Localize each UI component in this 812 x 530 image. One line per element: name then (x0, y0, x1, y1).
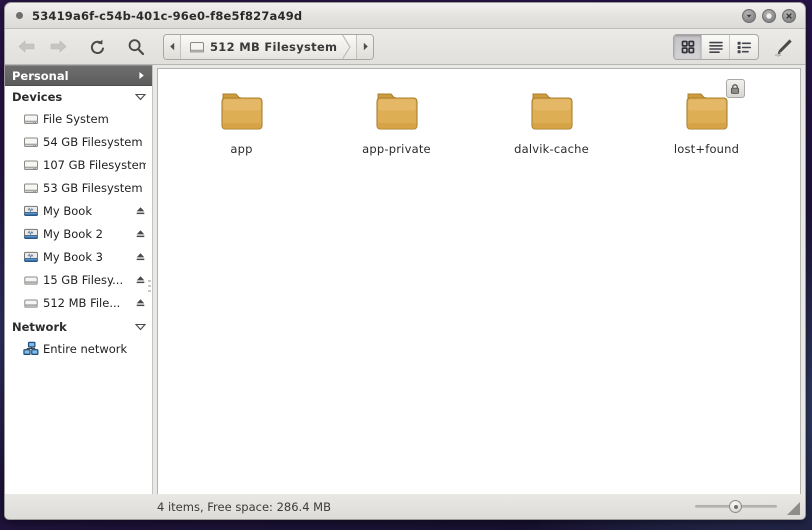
sidebar-item-label: 54 GB Filesystem (43, 134, 143, 149)
external-drive-icon (24, 228, 38, 239)
sidebar-section-label: Devices (12, 89, 63, 104)
folder-icon (681, 79, 745, 135)
sidebar-item-my-book-2[interactable]: My Book 2 (5, 222, 152, 245)
compact-view-button[interactable] (730, 35, 758, 59)
sidebar-item-label: Entire network (43, 341, 128, 356)
removable-drive-icon (24, 299, 38, 308)
sidebar-item-512-mb-filesystem[interactable]: 512 MB File... (5, 291, 152, 314)
resize-grip[interactable] (787, 502, 800, 515)
external-drive-icon (24, 251, 38, 262)
sidebar-section-devices[interactable]: Devices (5, 86, 152, 107)
file-label: dalvik-cache (514, 142, 589, 156)
title-bar[interactable]: 53419a6f-c54b-401c-96e0-f8e5f827a49d (5, 3, 805, 29)
sidebar-item-label: 53 GB Filesystem (43, 180, 143, 195)
sidebar-item-entire-network[interactable]: Entire network (5, 337, 152, 360)
sidebar-item-my-book-3[interactable]: My Book 3 (5, 245, 152, 268)
window-status-dot-icon (16, 12, 23, 19)
sidebar-item-label: File System (43, 111, 109, 126)
hard-drive-icon (24, 183, 38, 193)
zoom-slider[interactable] (695, 500, 777, 513)
forward-button[interactable] (43, 33, 73, 61)
maximize-button[interactable] (762, 9, 776, 23)
sidebar-item-file-system[interactable]: File System (5, 107, 152, 130)
window-body: Personal Devices File System 54 GB Files… (5, 65, 805, 494)
sidebar-section-network[interactable]: Network (5, 316, 152, 337)
file-item-app[interactable]: app (164, 83, 319, 167)
file-item-dalvik-cache[interactable]: dalvik-cache (474, 83, 629, 167)
content-wrapper: app app-private dalvik-cache lost+found (153, 65, 805, 494)
folder-icon (526, 87, 578, 135)
folder-icon (216, 87, 268, 135)
status-text: 4 items, Free space: 286.4 MB (157, 499, 331, 514)
folder-icon (371, 87, 423, 135)
chevron-down-icon (134, 320, 147, 334)
eject-icon[interactable] (135, 251, 146, 262)
zoom-slider-handle[interactable] (729, 500, 742, 513)
eject-icon[interactable] (135, 228, 146, 239)
network-icon (23, 341, 39, 355)
hard-drive-icon (24, 160, 38, 170)
eject-icon[interactable] (135, 274, 146, 285)
hard-drive-icon (24, 114, 38, 124)
file-label: lost+found (673, 142, 740, 156)
minimize-button[interactable] (742, 9, 756, 23)
hard-drive-icon (24, 137, 38, 147)
sidebar-item-label: 512 MB File... (43, 295, 121, 310)
sidebar-item-label: 107 GB Filesystem (43, 157, 146, 172)
close-button[interactable] (782, 9, 796, 23)
sidebar: Personal Devices File System 54 GB Files… (5, 65, 153, 494)
list-view-button[interactable] (702, 35, 730, 59)
sidebar-section-label: Network (12, 319, 67, 334)
path-previous-button[interactable] (164, 34, 181, 59)
drive-icon (190, 41, 204, 52)
eject-icon[interactable] (135, 297, 146, 308)
chevron-down-icon (134, 90, 147, 104)
chevron-right-icon (342, 34, 352, 59)
removable-drive-icon (24, 276, 38, 285)
edit-button[interactable] (769, 35, 797, 59)
sidebar-item-label: 15 GB Filesy... (43, 272, 124, 287)
icon-grid: app app-private dalvik-cache lost+found (158, 69, 800, 167)
sidebar-section-label: Personal (12, 68, 69, 83)
sidebar-section-personal[interactable]: Personal (5, 65, 152, 86)
status-bar: 4 items, Free space: 286.4 MB (5, 494, 805, 519)
eject-icon[interactable] (135, 205, 146, 216)
breadcrumb-item-512mb-filesystem[interactable]: 512 MB Filesystem (181, 34, 357, 59)
path-next-button[interactable] (356, 34, 374, 59)
breadcrumb-label: 512 MB Filesystem (210, 39, 338, 54)
window-title: 53419a6f-c54b-401c-96e0-f8e5f827a49d (32, 8, 303, 23)
sidebar-item-53-gb-filesystem[interactable]: 53 GB Filesystem (5, 176, 152, 199)
sidebar-item-label: My Book (43, 203, 93, 218)
breadcrumb: 512 MB Filesystem (163, 33, 375, 60)
sidebar-item-label: My Book 3 (43, 249, 103, 264)
window-controls (742, 3, 796, 29)
toolbar: 512 MB Filesystem (5, 29, 805, 65)
reload-button[interactable] (83, 33, 113, 61)
file-label: app-private (362, 142, 431, 156)
file-item-lost-found[interactable]: lost+found (629, 79, 784, 167)
icon-view-button[interactable] (674, 35, 702, 59)
view-mode-group (673, 34, 759, 60)
sidebar-item-54-gb-filesystem[interactable]: 54 GB Filesystem (5, 130, 152, 153)
back-button[interactable] (11, 33, 41, 61)
sidebar-item-107-gb-filesystem[interactable]: 107 GB Filesystem (5, 153, 152, 176)
file-item-app-private[interactable]: app-private (319, 83, 474, 167)
chevron-right-icon (137, 69, 146, 83)
sidebar-item-15-gb-filesystem[interactable]: 15 GB Filesy... (5, 268, 152, 291)
external-drive-icon (24, 205, 38, 216)
sidebar-item-label: My Book 2 (43, 226, 103, 241)
sidebar-item-my-book[interactable]: My Book (5, 199, 152, 222)
search-button[interactable] (121, 33, 151, 61)
sidebar-resize-grip[interactable] (147, 260, 152, 312)
file-label: app (230, 142, 253, 156)
file-manager-window: 53419a6f-c54b-401c-96e0-f8e5f827a49d 512… (4, 2, 806, 520)
lock-icon (725, 79, 745, 98)
file-list-area[interactable]: app app-private dalvik-cache lost+found (157, 68, 801, 494)
